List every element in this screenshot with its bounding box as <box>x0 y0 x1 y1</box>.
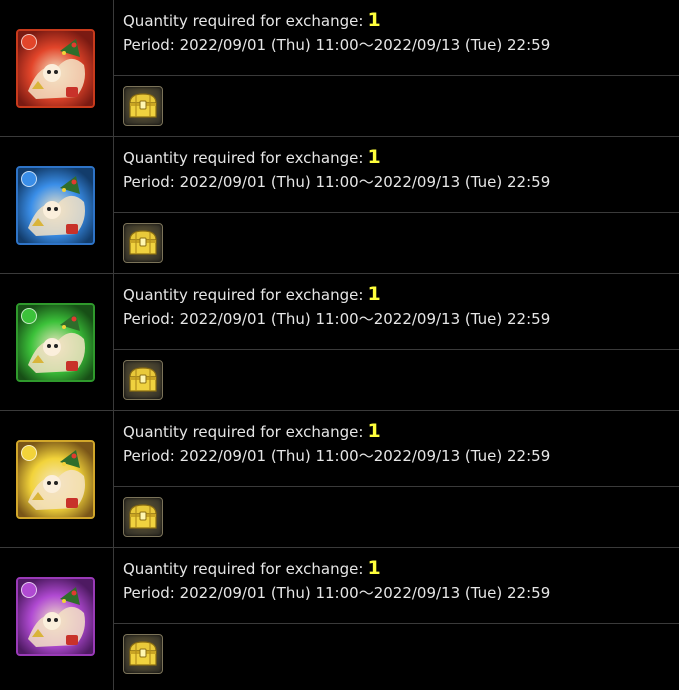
treasure-chest-icon[interactable] <box>123 360 163 400</box>
exchange-info: Quantity required for exchange: 1 Period:… <box>114 411 679 487</box>
treasure-chest-icon[interactable] <box>123 634 163 674</box>
monster-wood-icon[interactable] <box>16 303 95 382</box>
quantity-label: Quantity required for exchange: <box>123 286 364 304</box>
exchange-info: Quantity required for exchange: 1 Period:… <box>114 137 679 213</box>
quantity-value: 1 <box>367 420 381 442</box>
period-text: Period: 2022/09/01 (Thu) 11:00～2022/09/1… <box>123 36 551 54</box>
period-text: Period: 2022/09/01 (Thu) 11:00～2022/09/1… <box>123 173 551 191</box>
monster-dark-icon[interactable] <box>16 577 95 656</box>
treasure-chest-icon[interactable] <box>123 223 163 263</box>
attribute-orb-icon <box>21 34 37 50</box>
monster-light-icon[interactable] <box>16 440 95 519</box>
period-text: Period: 2022/09/01 (Thu) 11:00～2022/09/1… <box>123 584 551 602</box>
exchange-list: Quantity required for exchange: 1 Period:… <box>0 0 679 690</box>
reward-area <box>114 213 679 263</box>
exchange-details: Quantity required for exchange: 1 Period:… <box>114 137 679 273</box>
quantity-line: Quantity required for exchange: 1 <box>123 9 679 32</box>
reward-area <box>114 624 679 674</box>
monster-cell <box>0 137 114 273</box>
quantity-value: 1 <box>367 557 381 579</box>
exchange-details: Quantity required for exchange: 1 Period:… <box>114 0 679 136</box>
reward-area <box>114 76 679 126</box>
quantity-line: Quantity required for exchange: 1 <box>123 420 679 443</box>
quantity-value: 1 <box>367 283 381 305</box>
quantity-line: Quantity required for exchange: 1 <box>123 283 679 306</box>
quantity-label: Quantity required for exchange: <box>123 560 364 578</box>
quantity-value: 1 <box>367 9 381 31</box>
quantity-line: Quantity required for exchange: 1 <box>123 557 679 580</box>
monster-water-icon[interactable] <box>16 166 95 245</box>
attribute-orb-icon <box>21 308 37 324</box>
exchange-details: Quantity required for exchange: 1 Period:… <box>114 411 679 547</box>
reward-area <box>114 487 679 537</box>
quantity-label: Quantity required for exchange: <box>123 12 364 30</box>
monster-fire-icon[interactable] <box>16 29 95 108</box>
monster-cell <box>0 0 114 136</box>
attribute-orb-icon <box>21 582 37 598</box>
period-text: Period: 2022/09/01 (Thu) 11:00～2022/09/1… <box>123 447 551 465</box>
exchange-info: Quantity required for exchange: 1 Period:… <box>114 548 679 624</box>
exchange-details: Quantity required for exchange: 1 Period:… <box>114 274 679 410</box>
treasure-chest-icon[interactable] <box>123 497 163 537</box>
quantity-label: Quantity required for exchange: <box>123 149 364 167</box>
exchange-row: Quantity required for exchange: 1 Period:… <box>0 411 679 548</box>
period-text: Period: 2022/09/01 (Thu) 11:00～2022/09/1… <box>123 310 551 328</box>
quantity-line: Quantity required for exchange: 1 <box>123 146 679 169</box>
quantity-label: Quantity required for exchange: <box>123 423 364 441</box>
treasure-chest-icon[interactable] <box>123 86 163 126</box>
exchange-row: Quantity required for exchange: 1 Period:… <box>0 0 679 137</box>
exchange-info: Quantity required for exchange: 1 Period:… <box>114 0 679 76</box>
reward-area <box>114 350 679 400</box>
exchange-row: Quantity required for exchange: 1 Period:… <box>0 548 679 690</box>
exchange-details: Quantity required for exchange: 1 Period:… <box>114 548 679 690</box>
exchange-row: Quantity required for exchange: 1 Period:… <box>0 274 679 411</box>
attribute-orb-icon <box>21 171 37 187</box>
quantity-value: 1 <box>367 146 381 168</box>
monster-cell <box>0 274 114 410</box>
monster-cell <box>0 411 114 547</box>
monster-cell <box>0 548 114 690</box>
exchange-row: Quantity required for exchange: 1 Period:… <box>0 137 679 274</box>
attribute-orb-icon <box>21 445 37 461</box>
exchange-info: Quantity required for exchange: 1 Period:… <box>114 274 679 350</box>
